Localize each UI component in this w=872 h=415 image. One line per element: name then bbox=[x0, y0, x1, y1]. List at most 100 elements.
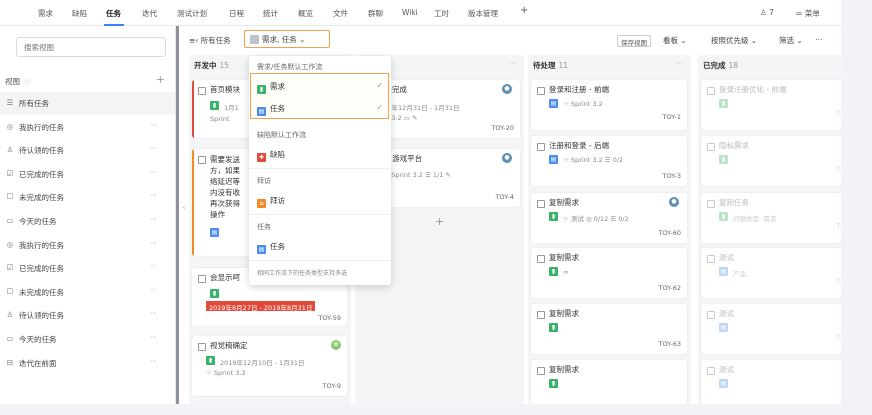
task-checkbox[interactable] bbox=[198, 87, 206, 95]
all-tasks-view-button[interactable]: ≡‹ 所有任务 bbox=[189, 35, 231, 46]
tab-bugs[interactable]: 缺陷 bbox=[72, 8, 87, 19]
more-icon[interactable]: ⋯ bbox=[150, 215, 157, 223]
view-icon: ◎ bbox=[6, 239, 14, 249]
task-checkbox[interactable] bbox=[537, 367, 545, 375]
task-card[interactable]: 复制需求 ▮ ∞ TOY-62 bbox=[531, 248, 687, 298]
task-checkbox[interactable] bbox=[707, 87, 715, 95]
more-icon[interactable]: ⋯ bbox=[150, 262, 157, 270]
task-card-done[interactable]: 复制任务 ▮ 问题类型: 需求 TOY bbox=[701, 193, 841, 243]
more-icon[interactable]: ⋯ bbox=[150, 144, 157, 152]
task-checkbox[interactable] bbox=[198, 275, 206, 283]
sidebar-view-item[interactable]: ▭ 今天的任务 ⋯ bbox=[0, 210, 175, 233]
filter-button[interactable]: 筛选 ⌄ bbox=[779, 35, 803, 46]
more-icon[interactable]: ⋯ bbox=[150, 309, 157, 317]
help-icon[interactable]: ⓘ bbox=[24, 78, 31, 86]
task-checkbox[interactable] bbox=[537, 311, 545, 319]
sidebar-view-item[interactable]: ☐ 未完成的任务 ⋯ bbox=[0, 281, 175, 304]
sidebar-view-item[interactable]: ☐ 未完成的任务 ⋯ bbox=[0, 186, 175, 209]
option-bug[interactable]: ✚ 缺陷 bbox=[257, 149, 285, 162]
view-search-input[interactable] bbox=[16, 37, 166, 57]
tab-schedule[interactable]: 日程 bbox=[229, 8, 244, 19]
task-card-done[interactable]: 测试 ▤ bbox=[701, 360, 841, 404]
task-id: TOY bbox=[836, 277, 841, 285]
sidebar-view-item[interactable]: ♙ 待认领的任务 ⋯ bbox=[0, 304, 175, 327]
sidebar-view-item[interactable]: ☑ 已完成的任务 ⋯ bbox=[0, 163, 175, 186]
requirement-icon: ▮ bbox=[719, 99, 728, 108]
more-icon[interactable]: ⋯ bbox=[150, 121, 157, 129]
task-card-done[interactable]: 测试 ▤ 产品 TOY bbox=[701, 248, 841, 298]
task-title: 登录注册优化 - 前端 bbox=[719, 85, 787, 94]
task-card[interactable]: 登录和注册 - 前端 ▤ ☞ Sprint 3.2 TOY-1 bbox=[531, 80, 687, 130]
task-card-done[interactable]: 隐私需求 ▮ TOY bbox=[701, 136, 841, 186]
app-window: 需求 缺陷 任务 迭代 测试计划 日程 统计 概览 文件 群聊 Wiki 工时 … bbox=[0, 0, 841, 404]
tab-version-mgmt[interactable]: 版本管理 bbox=[468, 8, 498, 19]
tab-group-chat[interactable]: 群聊 bbox=[368, 8, 383, 19]
more-icon[interactable]: ⋯ bbox=[150, 357, 157, 365]
task-checkbox[interactable] bbox=[707, 143, 715, 151]
tab-tasks[interactable]: 任务 bbox=[106, 8, 121, 19]
task-card-done[interactable]: 登录注册优化 - 前端 ▮ TOY bbox=[701, 80, 841, 130]
tab-iterations[interactable]: 迭代 bbox=[142, 8, 157, 19]
task-card[interactable]: 注册和登录 - 后端 ▤ ☞ Sprint 3.2 ☰ 0/2 TOY-3 bbox=[531, 136, 687, 186]
tab-overview[interactable]: 概览 bbox=[298, 8, 313, 19]
more-icon[interactable]: ⋯ bbox=[150, 191, 157, 199]
avatar[interactable]: ✿ bbox=[331, 340, 341, 350]
more-icon[interactable]: ⋯ bbox=[150, 286, 157, 294]
save-view-button[interactable]: 保存视图 bbox=[617, 35, 651, 47]
task-checkbox[interactable] bbox=[707, 367, 715, 375]
view-label: 我执行的任务 bbox=[19, 240, 64, 250]
tab-wiki[interactable]: Wiki bbox=[402, 8, 418, 17]
task-checkbox[interactable] bbox=[537, 255, 545, 263]
more-button[interactable]: ⋯ bbox=[815, 35, 823, 44]
collapse-sidebar-icon[interactable]: ‹ bbox=[179, 203, 189, 219]
sidebar-view-item[interactable]: ◎ 我执行的任务 ⋯ bbox=[0, 116, 175, 139]
more-icon[interactable]: ⋯ bbox=[150, 333, 157, 341]
sort-button[interactable]: 按照优先级 ⌄ bbox=[711, 35, 757, 46]
task-card-done[interactable]: 测试 ▤ TOY bbox=[701, 304, 841, 354]
task-checkbox[interactable] bbox=[198, 343, 206, 351]
board-view-button[interactable]: 看板 ⌄ bbox=[663, 35, 687, 46]
task-id: TOY-20 bbox=[491, 124, 514, 132]
avatar[interactable]: ● bbox=[502, 153, 512, 163]
task-card[interactable]: 复制需求 ▮ bbox=[531, 360, 687, 404]
more-icon[interactable]: ⋯ bbox=[150, 168, 157, 176]
add-view-button[interactable]: + bbox=[156, 73, 165, 86]
menu-button[interactable]: ≔ 菜单 bbox=[795, 8, 820, 19]
task-card[interactable]: 复制需求 ▮ ☞ 测试 ◎ 0/12 ☰ 0/2 ● TOY-60 bbox=[531, 193, 687, 243]
sidebar-view-item[interactable]: ⊟ 迭代在前面 ⋯ bbox=[0, 352, 175, 375]
tab-requirements[interactable]: 需求 bbox=[38, 8, 53, 19]
add-tab-button[interactable]: + bbox=[520, 5, 528, 16]
tab-test-plans[interactable]: 测试计划 bbox=[177, 8, 207, 19]
sidebar-view-item[interactable]: ◎ 我执行的任务 ⋯ bbox=[0, 234, 175, 257]
tab-stats[interactable]: 统计 bbox=[263, 8, 278, 19]
task-checkbox[interactable] bbox=[537, 143, 545, 151]
more-icon[interactable]: ⋯ bbox=[150, 239, 157, 247]
members-button[interactable]: ♙ 7 bbox=[760, 8, 774, 17]
option-task-2[interactable]: ▤ 任务 bbox=[257, 241, 285, 254]
sidebar-view-item[interactable]: ☑ 已完成的任务 ⋯ bbox=[0, 257, 175, 280]
column-more-icon[interactable]: ⋯ bbox=[509, 59, 516, 67]
sidebar-view-item[interactable]: ▭ 今天的任务 ⋯ bbox=[0, 328, 175, 351]
tab-worktime[interactable]: 工时 bbox=[434, 8, 449, 19]
avatar[interactable]: ● bbox=[669, 197, 679, 207]
task-card[interactable]: 视觉稿确定 ✿ ▮ 2019年12月10日 - 1月31日 ☞ Sprint 3… bbox=[192, 336, 347, 396]
column-more-icon[interactable]: ⋯ bbox=[676, 59, 683, 67]
task-checkbox[interactable] bbox=[537, 87, 545, 95]
option-visit[interactable]: ⌂ 拜访 bbox=[257, 195, 285, 208]
sidebar-view-item[interactable]: ♙ 待认领的任务 ⋯ bbox=[0, 139, 175, 162]
task-id: TOY-4 bbox=[495, 193, 514, 201]
tab-files[interactable]: 文件 bbox=[333, 8, 348, 19]
option-requirement[interactable]: ▮ 需求 bbox=[257, 81, 285, 94]
option-task[interactable]: ▤ 任务 bbox=[257, 103, 285, 116]
task-checkbox[interactable] bbox=[707, 255, 715, 263]
task-card[interactable]: 复制需求 ▮ TOY-63 bbox=[531, 304, 687, 354]
sidebar-view-item[interactable]: ☰ 所有任务 bbox=[0, 92, 175, 115]
task-icon: ▤ bbox=[549, 155, 558, 164]
avatar[interactable]: ● bbox=[502, 84, 512, 94]
task-checkbox[interactable] bbox=[707, 200, 715, 208]
task-checkbox[interactable] bbox=[707, 311, 715, 319]
view-label: 今天的任务 bbox=[19, 335, 57, 344]
task-checkbox[interactable] bbox=[537, 200, 545, 208]
task-checkbox[interactable] bbox=[198, 156, 206, 164]
workitem-type-filter[interactable]: 需求, 任务 ⌄ bbox=[244, 30, 330, 48]
